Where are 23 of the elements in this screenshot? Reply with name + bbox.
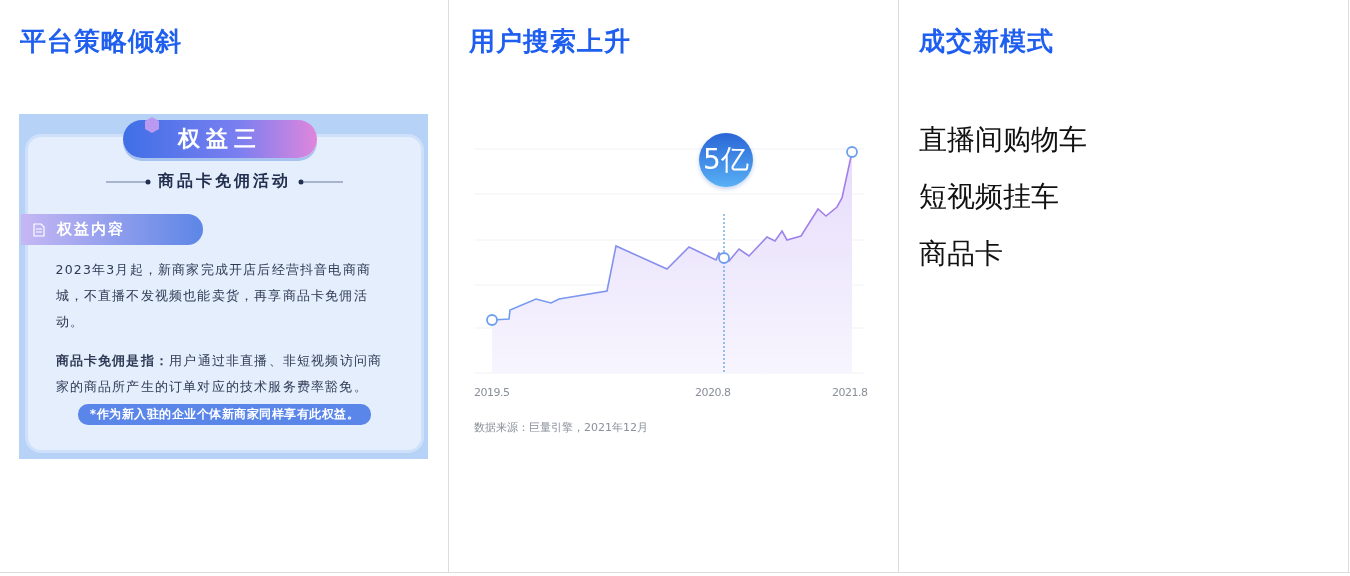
data-point [486, 314, 498, 326]
axis-label: 2020.8 [695, 386, 731, 399]
poster-note: *作为新入驻的企业个体新商家同样享有此权益。 [77, 404, 372, 425]
divider-ornament [106, 178, 152, 185]
list-item: 短视频挂车 [919, 179, 1060, 215]
value-callout: 5亿 [699, 133, 753, 187]
divider-ornament [297, 178, 343, 185]
document-icon [33, 222, 45, 237]
poster-subtitle: 商品卡免佣活动 [158, 171, 291, 192]
column-title: 成交新模式 [919, 25, 1055, 58]
section-title: 权益内容 [57, 220, 125, 239]
axis-label: 2021.8 [832, 386, 868, 399]
data-point [718, 252, 730, 264]
poster-paragraph: 商品卡免佣是指：用户通过非直播、非短视频访问商家的商品所产生的订单对应的技术服务费率豁免。 [55, 352, 384, 396]
list-item: 直播间购物车 [919, 122, 1088, 158]
axis-label: 2019.5 [474, 386, 510, 399]
data-point [846, 146, 858, 158]
column-title: 用户搜索上升 [469, 25, 632, 58]
column-title: 平台策略倾斜 [20, 25, 183, 58]
data-source: 数据来源：巨量引擎，2021年12月 [474, 420, 649, 435]
poster-paragraph: 2023年3月起，新商家完成开店后经营抖音电商商城，不直播不发视频也能卖货，再享商品卡免佣活动。 [55, 261, 373, 331]
list-item: 商品卡 [919, 236, 1004, 272]
poster-ribbon: 权益三 [123, 120, 317, 158]
